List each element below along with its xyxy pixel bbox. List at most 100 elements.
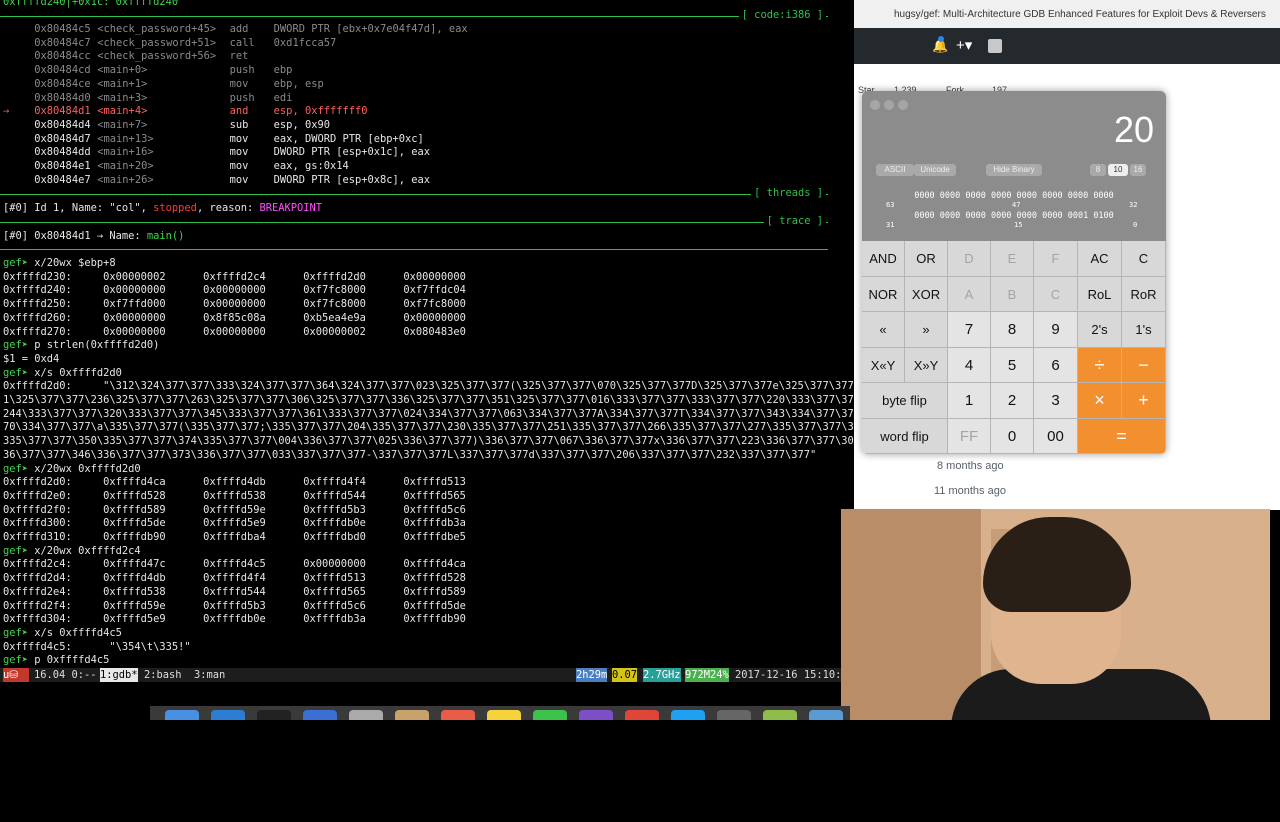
code-separator: [0, 16, 828, 17]
ascii-toggle[interactable]: ASCII: [876, 164, 914, 176]
tmux-window-1[interactable]: 1:gdb*: [100, 668, 138, 682]
base-16-button[interactable]: 16: [1130, 164, 1146, 176]
calc-key-ror[interactable]: RoR: [1122, 276, 1166, 312]
app-icon[interactable]: [625, 710, 659, 720]
calc-key--[interactable]: ×: [1078, 383, 1122, 419]
calendar-icon[interactable]: [441, 710, 475, 720]
calc-key-word-flip[interactable]: word flip: [862, 418, 948, 454]
calc-key-xor[interactable]: XOR: [905, 276, 948, 312]
calc-key-6[interactable]: 6: [1034, 347, 1078, 383]
notes-icon[interactable]: [487, 710, 521, 720]
code-args: esp, 0xfffffff0: [273, 105, 368, 118]
terminal-icon[interactable]: [257, 710, 291, 720]
app-icon[interactable]: [349, 710, 383, 720]
github-header: 🔔 +▾: [854, 28, 1280, 64]
output-text: 0xffffd2f0: 0xffffd589 0xffffd59e 0xffff…: [3, 503, 466, 516]
code-op: add: [229, 23, 249, 35]
calc-key-a[interactable]: A: [948, 276, 991, 312]
base-10-button[interactable]: 10: [1108, 164, 1128, 176]
zoom-icon[interactable]: [898, 100, 908, 110]
thread-line: [#0] Id 1, Name: "col", stopped, reason:…: [3, 202, 322, 216]
app-icon[interactable]: [671, 710, 705, 720]
calc-key-c[interactable]: C: [1034, 276, 1078, 312]
uptime: 2h29m: [576, 668, 608, 682]
calc-key-rol[interactable]: RoL: [1078, 276, 1122, 312]
calc-key-and[interactable]: AND: [862, 241, 905, 277]
safari-icon[interactable]: [211, 710, 245, 720]
app-icon[interactable]: [809, 710, 843, 720]
calc-key-b[interactable]: B: [991, 276, 1034, 312]
calc-key-2[interactable]: 2: [991, 383, 1034, 419]
tmux-window-3[interactable]: 3:man: [194, 668, 225, 682]
calc-key--[interactable]: «: [862, 312, 905, 348]
calc-key-x-y[interactable]: X«Y: [862, 347, 905, 383]
calc-key--[interactable]: +: [1122, 383, 1166, 419]
calc-key-or[interactable]: OR: [905, 241, 948, 277]
output-text: 0xffffd230: 0x00000002 0xffffd2c4 0xffff…: [3, 270, 466, 283]
calc-key-9[interactable]: 9: [1034, 312, 1078, 348]
current-line-arrow-icon: [3, 50, 34, 62]
plus-dropdown-icon[interactable]: +▾: [956, 36, 972, 54]
unicode-toggle[interactable]: Unicode: [914, 164, 956, 176]
calc-key-byte-flip[interactable]: byte flip: [862, 383, 948, 419]
calc-key-x-y[interactable]: X»Y: [905, 347, 948, 383]
messages-icon[interactable]: [533, 710, 567, 720]
calc-key-ac[interactable]: AC: [1078, 241, 1122, 277]
calc-key-nor[interactable]: NOR: [862, 276, 905, 312]
code-line: 0x80484cd <main+0> push ebp: [3, 64, 292, 78]
browser-tab[interactable]: hugsy/gef: Multi-Architecture GDB Enhanc…: [854, 0, 1280, 29]
binary-row-high[interactable]: 0000 0000 0000 0000 0000 0000 0000 0000: [862, 191, 1166, 201]
output-line: 0xffffd2c4: 0xffffd47c 0xffffd4c5 0x0000…: [3, 558, 466, 572]
calc-key-4[interactable]: 4: [948, 347, 991, 383]
base-8-button[interactable]: 8: [1090, 164, 1106, 176]
calc-key-5[interactable]: 5: [991, 347, 1034, 383]
bit-label-63: 63: [886, 201, 895, 209]
calc-key-0[interactable]: 0: [991, 418, 1034, 454]
avatar[interactable]: [988, 39, 1002, 53]
current-line-arrow-icon: [3, 64, 34, 76]
output-line: 0xffffd2f0: 0xffffd589 0xffffd59e 0xffff…: [3, 504, 466, 518]
window-controls[interactable]: [870, 97, 912, 115]
code-addr: 0x80484d4: [34, 118, 91, 131]
minimize-icon[interactable]: [884, 100, 894, 110]
hide-binary-button[interactable]: Hide Binary: [986, 164, 1042, 176]
code-addr: 0x80484cd: [34, 64, 91, 77]
calc-key--[interactable]: »: [905, 312, 948, 348]
app-icon[interactable]: [717, 710, 751, 720]
calc-key-2-s[interactable]: 2's: [1078, 312, 1122, 348]
tmux-window-2[interactable]: 2:bash: [144, 668, 182, 682]
calc-key--[interactable]: =: [1078, 418, 1166, 454]
calc-key-d[interactable]: D: [948, 241, 991, 277]
calc-key-ff[interactable]: FF: [948, 418, 991, 454]
code-line: 0x80484cc <check_password+56> ret: [3, 50, 274, 64]
calc-key--[interactable]: ÷: [1078, 347, 1122, 383]
calc-key-7[interactable]: 7: [948, 312, 991, 348]
output-line: 0xffffd304: 0xffffd5e9 0xffffdb0e 0xffff…: [3, 613, 466, 627]
calc-key-00[interactable]: 00: [1034, 418, 1078, 454]
calc-key-1[interactable]: 1: [948, 383, 991, 419]
calc-key-8[interactable]: 8: [991, 312, 1034, 348]
output-line: 0xffffd250: 0xf7ffd000 0x00000000 0xf7fc…: [3, 298, 466, 312]
app-icon[interactable]: [395, 710, 429, 720]
calc-key-e[interactable]: E: [991, 241, 1034, 277]
trace-end-separator: [0, 249, 828, 250]
calc-key-c[interactable]: C: [1122, 241, 1166, 277]
calc-key--[interactable]: −: [1122, 347, 1166, 383]
current-line-arrow-icon: [3, 23, 34, 35]
output-text: 0xffffd300: 0xffffd5de 0xffffd5e9 0xffff…: [3, 517, 466, 530]
code-sym: <main+26>: [97, 173, 154, 186]
output-line: 0xffffd2d0: 0xffffd4ca 0xffffd4db 0xffff…: [3, 476, 466, 490]
binary-row-low[interactable]: 0000 0000 0000 0000 0000 0000 0001 0100: [862, 211, 1166, 221]
app-icon[interactable]: [763, 710, 797, 720]
finder-icon[interactable]: [165, 710, 199, 720]
code-addr: 0x80484e1: [34, 160, 91, 172]
calc-key-f[interactable]: F: [1034, 241, 1078, 277]
calc-key-1-s[interactable]: 1's: [1122, 312, 1166, 348]
terminal-window[interactable]: 0xffffd240|+0x1c: 0xffffd240 [ code:i386…: [0, 0, 854, 684]
calculator-window[interactable]: 20 ASCII Unicode Hide Binary 8 10 16 000…: [862, 91, 1166, 454]
code-op: push: [229, 91, 255, 104]
close-icon[interactable]: [870, 100, 880, 110]
app-icon[interactable]: [579, 710, 613, 720]
calc-key-3[interactable]: 3: [1034, 383, 1078, 419]
app-icon[interactable]: [303, 710, 337, 720]
